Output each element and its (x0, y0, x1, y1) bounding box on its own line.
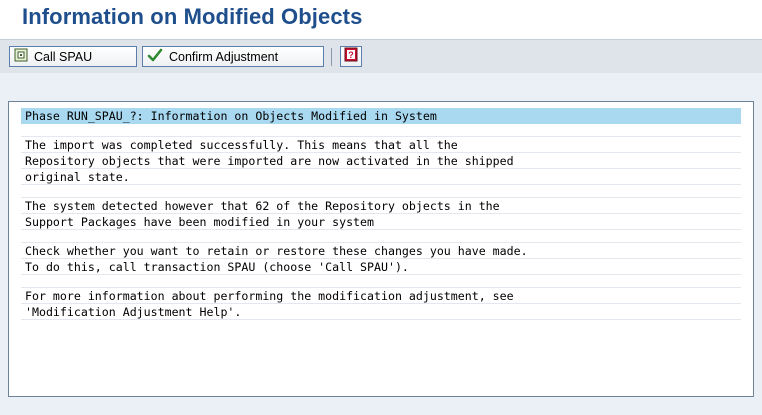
call-spau-button[interactable]: Call SPAU (9, 46, 137, 67)
spacer-row (21, 124, 741, 137)
message-box: Phase RUN_SPAU_?: Information on Objects… (8, 101, 754, 397)
message-line: To do this, call transaction SPAU (choos… (21, 259, 741, 275)
checkmark-icon (147, 48, 163, 65)
title-bar: Information on Modified Objects (0, 0, 762, 38)
message-line: Support Packages have been modified in y… (21, 214, 741, 230)
message-text-area: Phase RUN_SPAU_?: Information on Objects… (21, 108, 741, 320)
message-line: The system detected however that 62 of t… (21, 198, 741, 214)
spacer-row (21, 275, 741, 288)
confirm-adjustment-label: Confirm Adjustment (169, 49, 279, 64)
message-line: Repository objects that were imported ar… (21, 153, 741, 169)
confirm-adjustment-button[interactable]: Confirm Adjustment (142, 46, 324, 67)
message-line: Check whether you want to retain or rest… (21, 243, 741, 259)
help-button[interactable]: ? (340, 46, 362, 67)
svg-text:?: ? (348, 50, 354, 60)
message-line: 'Modification Adjustment Help'. (21, 304, 741, 320)
message-header: Phase RUN_SPAU_?: Information on Objects… (21, 108, 741, 124)
message-line: The import was completed successfully. T… (21, 137, 741, 153)
message-line: For more information about performing th… (21, 288, 741, 304)
spacer-row (21, 185, 741, 198)
message-line: original state. (21, 169, 741, 185)
application-toolbar: Call SPAU Confirm Adjustment ? (0, 39, 762, 74)
page-title: Information on Modified Objects (22, 4, 363, 29)
spacer-row (21, 230, 741, 243)
help-book-icon: ? (344, 47, 358, 66)
toolbar-separator (331, 48, 332, 66)
call-spau-label: Call SPAU (34, 49, 93, 64)
transaction-icon (14, 48, 28, 65)
